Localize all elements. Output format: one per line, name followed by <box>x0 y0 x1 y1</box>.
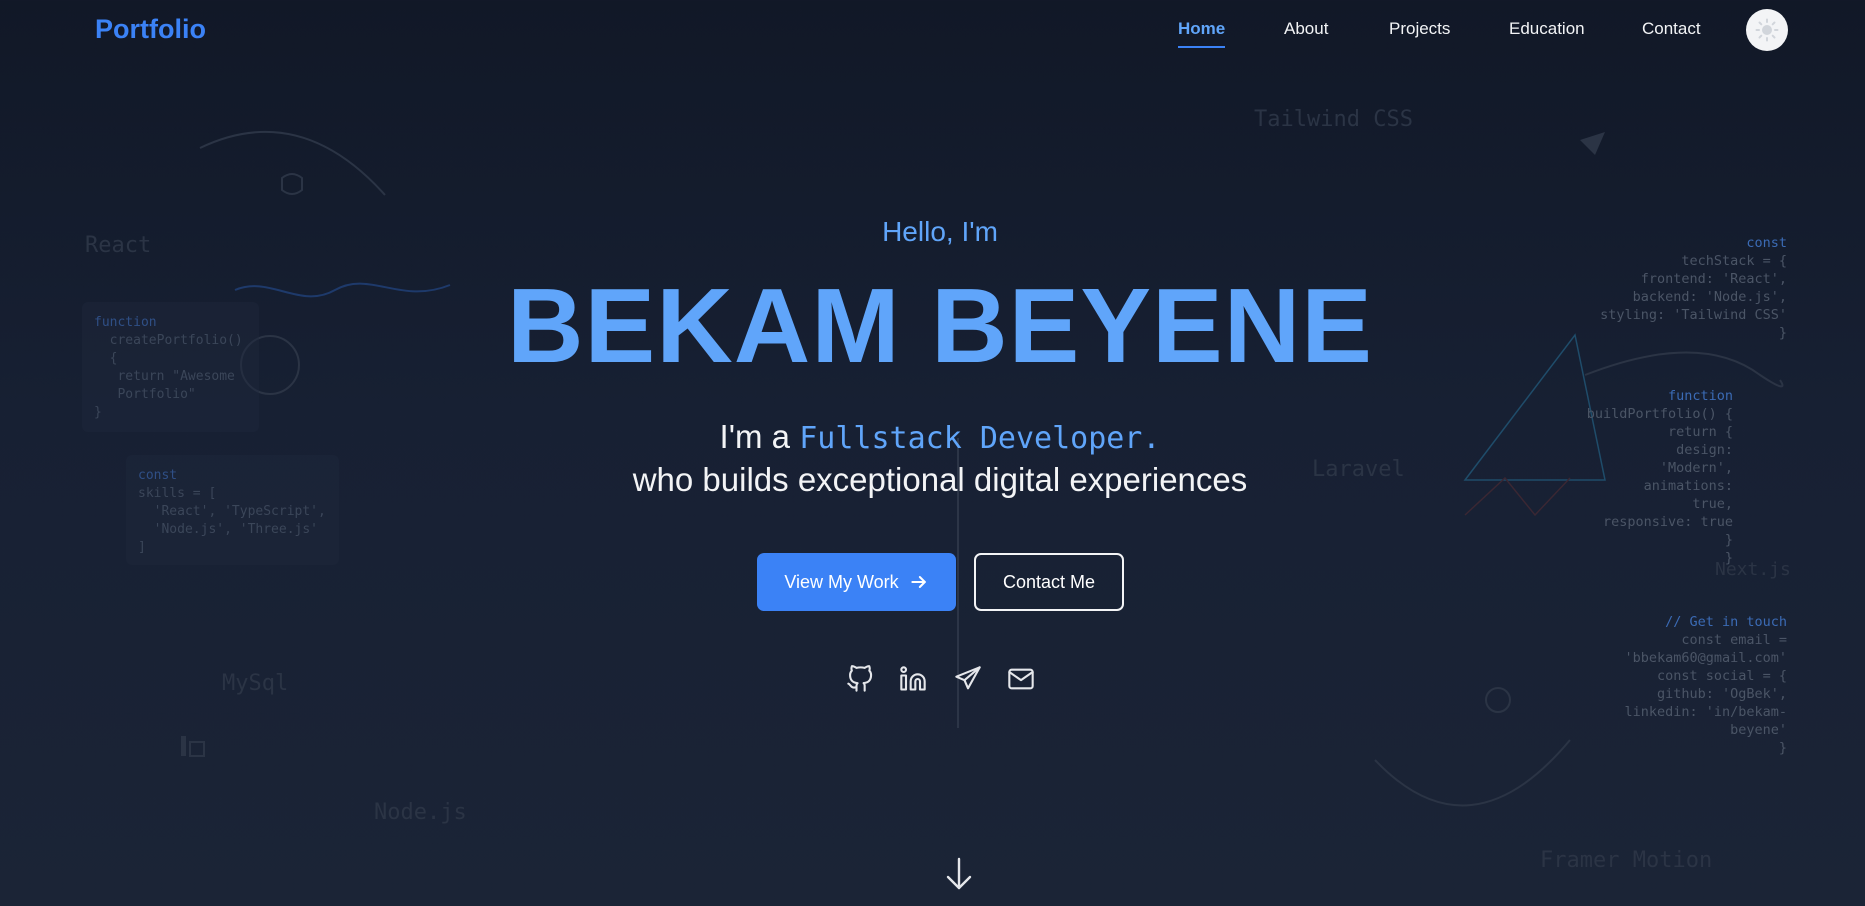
bg-word-framer: Framer Motion <box>1540 848 1713 873</box>
telegram-icon[interactable] <box>953 664 983 694</box>
code-keyword: function <box>1667 388 1733 404</box>
hero-name: BEKAM BEYENE <box>506 267 1373 385</box>
nav-link-projects[interactable]: Projects <box>1389 19 1450 39</box>
code-line: github: 'OgBek', <box>1656 686 1787 702</box>
contact-me-button[interactable]: Contact Me <box>974 553 1124 611</box>
tagline-role: Fullstack Developer. <box>799 421 1161 456</box>
nav-link-contact[interactable]: Contact <box>1642 19 1701 39</box>
hero-tagline-line2: who builds exceptional digital experienc… <box>632 461 1248 498</box>
bg-word-nodejs: Node.js <box>374 800 467 825</box>
scroll-down-arrow-icon[interactable] <box>944 856 974 892</box>
nav-link-education[interactable]: Education <box>1509 19 1585 39</box>
sun-icon <box>1755 18 1779 42</box>
github-icon[interactable] <box>845 664 875 694</box>
code-line: } <box>1778 740 1787 756</box>
top-nav: Portfolio Home About Projects Education … <box>0 0 1865 62</box>
code-line: responsive: true <box>1602 514 1733 530</box>
contact-me-label: Contact Me <box>1002 571 1096 592</box>
nav-link-home[interactable]: Home <box>1178 19 1226 48</box>
tagline-prefix: I'm a <box>719 418 791 455</box>
code-line: beyene' <box>1730 722 1787 738</box>
linkedin-icon[interactable] <box>898 664 928 694</box>
arrow-right-icon <box>911 576 926 588</box>
brand-logo[interactable]: Portfolio <box>95 14 206 45</box>
code-line: 'bbekam60@gmail.com' <box>1624 650 1787 666</box>
code-line: ] <box>138 540 146 555</box>
code-line: Portfolio" <box>94 387 196 402</box>
code-line: const email = <box>1681 632 1787 648</box>
bg-word-mysql: MySql <box>222 671 289 696</box>
code-keyword: // Get in touch <box>1665 614 1787 630</box>
hero-greeting: Hello, I'm <box>882 216 998 247</box>
mail-icon[interactable] <box>1006 664 1036 694</box>
hero-tagline-line1: I'm a Fullstack Developer. <box>0 418 1865 456</box>
view-my-work-label: View My Work <box>784 571 899 592</box>
view-my-work-button[interactable]: View My Work <box>757 553 956 611</box>
theme-toggle-button[interactable] <box>1746 9 1788 51</box>
code-line: 'Node.js', 'Three.js' <box>138 522 319 537</box>
code-snippet-contact: // Get in touch const email = 'bbekam60@… <box>1624 613 1787 757</box>
bg-word-tailwind: Tailwind CSS <box>1254 107 1413 132</box>
nav-link-about[interactable]: About <box>1284 19 1328 39</box>
code-line: const social = { <box>1656 668 1787 684</box>
code-line: linkedin: 'in/bekam- <box>1624 704 1787 720</box>
code-line: } <box>1724 550 1733 566</box>
code-line: } <box>1724 532 1733 548</box>
code-line: 'React', 'TypeScript', <box>138 504 326 519</box>
